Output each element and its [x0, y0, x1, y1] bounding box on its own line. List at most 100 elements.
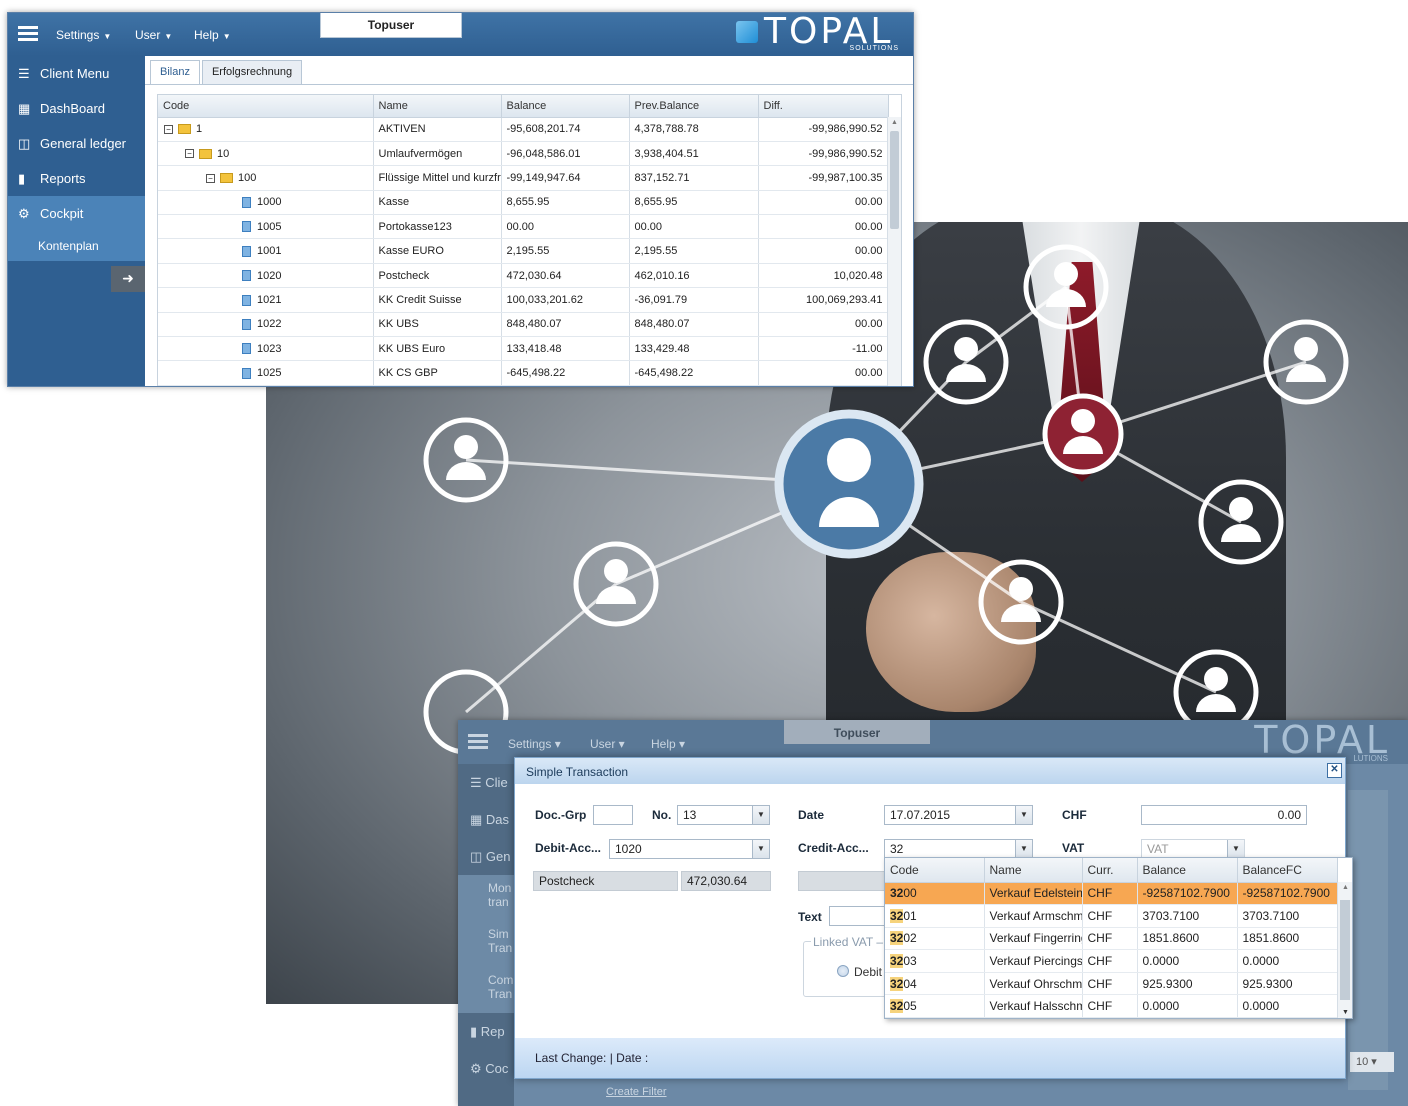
- sidebar-item-cockpit[interactable]: ⚙ Cockpit: [8, 196, 145, 231]
- col-header-balance[interactable]: Balance: [501, 95, 630, 118]
- col-header-diff[interactable]: Diff.: [758, 95, 889, 118]
- credit-account-dropdown: Code Name Curr. Balance BalanceFC 3200 Ve…: [884, 857, 1353, 1019]
- help-menu[interactable]: Help ▼: [194, 28, 231, 42]
- cell-code: 1005: [158, 214, 374, 240]
- collapse-node-icon[interactable]: −: [185, 149, 194, 159]
- table-row[interactable]: −1 AKTIVEN -95,608,201.74 4,378,788.78 -99,9…: [158, 117, 889, 142]
- table-row[interactable]: 1001 Kasse EURO 2,195.55 2,195.55 00.00: [158, 238, 889, 264]
- sidebar2-sub-mon[interactable]: Mon tran: [458, 875, 514, 921]
- sidebar2-sub-sim[interactable]: Sim Tran: [458, 921, 514, 967]
- cell-name: KK Credit Suisse: [373, 287, 502, 313]
- create-filter-link[interactable]: Create Filter: [606, 1086, 667, 1098]
- cell-diff: 10,020.48: [758, 263, 889, 289]
- calendar-dropdown-icon[interactable]: ▼: [1015, 806, 1032, 824]
- no-label: No.: [652, 808, 672, 822]
- cell-diff: 00.00: [758, 214, 889, 240]
- sidebar2-sub-com[interactable]: Com Tran: [458, 967, 514, 1013]
- collapse-node-icon[interactable]: −: [206, 173, 215, 183]
- cell-code: 1023: [158, 336, 374, 362]
- linked-vat-legend: Linked VAT –: [811, 935, 886, 949]
- cell-diff: 00.00: [758, 190, 889, 216]
- vat-select[interactable]: VAT ▼: [1141, 839, 1245, 859]
- collapse-node-icon[interactable]: −: [164, 124, 173, 134]
- option-balance-fc: -92587102.7900: [1237, 882, 1338, 906]
- col-header-code[interactable]: Code: [158, 95, 374, 118]
- grid-scrollbar[interactable]: ▲: [887, 117, 901, 386]
- page-size-select[interactable]: 10 ▾: [1350, 1052, 1394, 1072]
- cell-balance: 00.00: [501, 214, 630, 240]
- cell-balance: 100,033,201.62: [501, 287, 630, 313]
- sidebar2-item-cockpit[interactable]: ⚙ Coc: [458, 1050, 514, 1087]
- sidebar-item-client-menu[interactable]: ☰ Client Menu: [8, 56, 145, 91]
- cell-diff: 00.00: [758, 238, 889, 264]
- chevron-down-icon[interactable]: ▼: [752, 840, 769, 858]
- dropdown-col-code: Code: [885, 858, 985, 883]
- date-picker[interactable]: 17.07.2015 ▼: [884, 805, 1033, 825]
- chevron-down-icon[interactable]: ▼: [1015, 840, 1032, 858]
- sidebar-item-dashboard[interactable]: ▦ DashBoard: [8, 91, 145, 126]
- sidebar-item-general-ledger[interactable]: ◫ General ledger: [8, 126, 145, 161]
- table-row[interactable]: 1025 KK CS GBP -645,498.22 -645,498.22 00.00: [158, 360, 889, 386]
- cell-name: Portokasse123: [373, 214, 502, 240]
- hamburger-menu-icon[interactable]: [18, 26, 38, 42]
- col-header-prev-balance[interactable]: Prev.Balance: [629, 95, 759, 118]
- number-select[interactable]: 13 ▼: [677, 805, 770, 825]
- credit-account-select[interactable]: 32 ▼: [884, 839, 1033, 859]
- user-menu[interactable]: User ▼: [135, 28, 172, 42]
- dropdown-option[interactable]: 3203 Verkauf Piercings CHF 0.0000 0.0000: [885, 949, 1338, 973]
- close-icon[interactable]: ✕: [1327, 763, 1342, 778]
- doc-grp-input[interactable]: [593, 805, 633, 825]
- table-row[interactable]: −10 Umlaufvermögen -96,048,586.01 3,938,404…: [158, 141, 889, 167]
- sidebar2-item-client[interactable]: ☰ Clie: [458, 764, 514, 801]
- cell-balance: 472,030.64: [501, 263, 630, 289]
- dropdown-option[interactable]: 3200 Verkauf Edelstein CHF -92587102.7900 -9…: [885, 882, 1338, 906]
- cell-prev-balance: 462,010.16: [629, 263, 759, 289]
- dropdown-option[interactable]: 3204 Verkauf Ohrschm CHF 925.9300 925.9300: [885, 972, 1338, 996]
- amount-input[interactable]: 0.00: [1141, 805, 1307, 825]
- cell-diff: -99,987,100.35: [758, 165, 889, 191]
- document-icon: [242, 221, 251, 233]
- cell-code: 1022: [158, 312, 374, 338]
- table-row[interactable]: 1000 Kasse 8,655.95 8,655.95 00.00: [158, 190, 889, 216]
- cell-prev-balance: 2,195.55: [629, 238, 759, 264]
- table-row[interactable]: 1005 Portokasse123 00.00 00.00 00.00: [158, 214, 889, 240]
- table-row[interactable]: −100 Flüssige Mittel und kurzfr -99,149,94…: [158, 165, 889, 191]
- table-row[interactable]: 1021 KK Credit Suisse 100,033,201.62 -36,09…: [158, 287, 889, 313]
- list-icon: ☰: [18, 66, 30, 81]
- cell-code: 1000: [158, 190, 374, 216]
- collapse-sidebar-icon[interactable]: ➜: [111, 266, 145, 292]
- cell-name: Flüssige Mittel und kurzfr: [373, 165, 502, 191]
- sidebar2-item-dashboard[interactable]: ▦ Das: [458, 801, 514, 838]
- chevron-down-icon[interactable]: ▼: [1227, 840, 1244, 858]
- settings-menu-2[interactable]: Settings ▾: [508, 737, 561, 751]
- option-code: 3205: [885, 994, 985, 1018]
- dropdown-option[interactable]: 3205 Verkauf Halsschm CHF 0.0000 0.0000: [885, 994, 1338, 1018]
- cell-diff: -99,986,990.52: [758, 117, 889, 142]
- help-menu-2[interactable]: Help ▾: [651, 737, 685, 751]
- sidebar-item-reports[interactable]: ▮ Reports: [8, 161, 145, 196]
- cell-prev-balance: 3,938,404.51: [629, 141, 759, 167]
- document-icon: [242, 294, 251, 306]
- debit-account-select[interactable]: 1020 ▼: [609, 839, 770, 859]
- debit-radio[interactable]: [837, 965, 849, 977]
- text-input[interactable]: [829, 906, 889, 926]
- chevron-down-icon[interactable]: ▼: [752, 806, 769, 824]
- hamburger-menu-icon-2[interactable]: [468, 734, 488, 750]
- col-header-name[interactable]: Name: [373, 95, 502, 118]
- sidebar2-item-reports[interactable]: ▮ Rep: [458, 1013, 514, 1050]
- table-row[interactable]: 1020 Postcheck 472,030.64 462,010.16 10,020.…: [158, 263, 889, 289]
- sidebar-item-kontenplan[interactable]: Kontenplan: [8, 231, 145, 261]
- dropdown-option[interactable]: 3201 Verkauf Armschm CHF 3703.7100 3703.7100: [885, 904, 1338, 928]
- dropdown-option[interactable]: 3202 Verkauf Fingerring CHF 1851.8600 1851.8…: [885, 927, 1338, 951]
- table-row[interactable]: 1023 KK UBS Euro 133,418.48 133,429.48 -11.0…: [158, 336, 889, 362]
- user-menu-2[interactable]: User ▾: [590, 737, 625, 751]
- table-row[interactable]: 1022 KK UBS 848,480.07 848,480.07 00.00: [158, 312, 889, 338]
- topal-logo: TOPAL SOLUTIONS: [736, 13, 901, 55]
- settings-menu[interactable]: Settings ▼: [56, 28, 111, 42]
- tab-erfolgsrechnung[interactable]: Erfolgsrechnung: [201, 60, 303, 84]
- dropdown-scrollbar[interactable]: ▲ ▼: [1337, 882, 1352, 1018]
- sidebar2-item-general[interactable]: ◫ Gen: [458, 838, 514, 875]
- tab-bilanz[interactable]: Bilanz: [150, 60, 200, 84]
- cell-prev-balance: 4,378,788.78: [629, 117, 759, 142]
- dialog-title: Simple Transaction: [515, 758, 1345, 784]
